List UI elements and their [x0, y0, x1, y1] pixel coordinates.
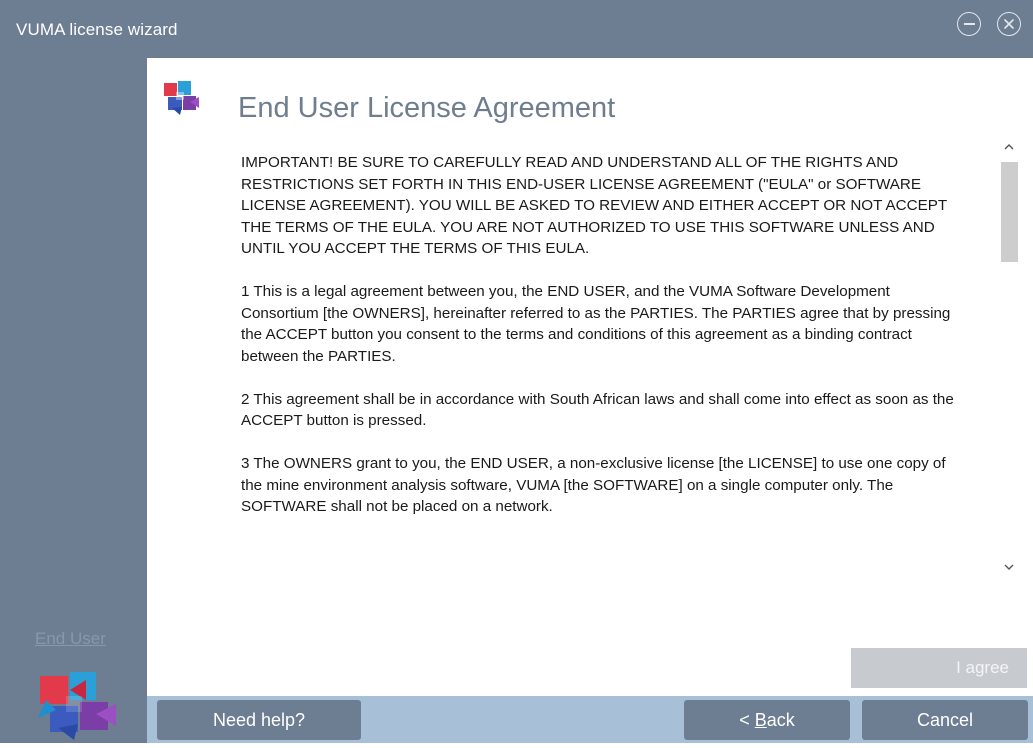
license-paragraph: 2 This agreement shall be in accordance …: [241, 390, 954, 430]
back-button-accelerator: B: [754, 709, 767, 730]
cancel-button[interactable]: Cancel: [862, 700, 1028, 740]
page-title: End User License Agreement: [238, 92, 616, 125]
license-page: End User License Agreement IMPORTANT! BE…: [147, 58, 1033, 696]
back-button-label: ack: [766, 709, 795, 730]
title-bar: VUMA license wizard: [0, 0, 1033, 58]
back-button-prefix: <: [739, 709, 755, 730]
vuma-logo-icon: [162, 80, 200, 121]
chevron-down-icon[interactable]: [1000, 558, 1018, 576]
vuma-logo-icon: [36, 670, 118, 748]
license-paragraph: IMPORTANT! BE SURE TO CAREFULLY READ AND…: [241, 154, 947, 257]
need-help-button[interactable]: Need help?: [157, 700, 361, 740]
window-title: VUMA license wizard: [16, 20, 178, 39]
minimize-circle-icon[interactable]: [957, 12, 981, 36]
back-button[interactable]: < Back: [684, 700, 850, 740]
wizard-sidebar: End User: [0, 58, 147, 743]
close-circle-icon[interactable]: [997, 12, 1021, 36]
wizard-footer: Need help? < Back Cancel: [147, 696, 1033, 743]
scrollbar-thumb[interactable]: [1001, 162, 1018, 262]
license-paragraph: 1 This is a legal agreement between you,…: [241, 283, 951, 365]
license-scrollbar[interactable]: [998, 136, 1020, 576]
chevron-up-icon[interactable]: [1000, 138, 1018, 156]
i-agree-button[interactable]: I agree: [851, 648, 1027, 688]
sidebar-step-end-user[interactable]: End User: [35, 629, 106, 649]
license-text-area[interactable]: IMPORTANT! BE SURE TO CAREFULLY READ AND…: [241, 152, 967, 602]
license-paragraph: 3 The OWNERS grant to you, the END USER,…: [241, 455, 946, 515]
